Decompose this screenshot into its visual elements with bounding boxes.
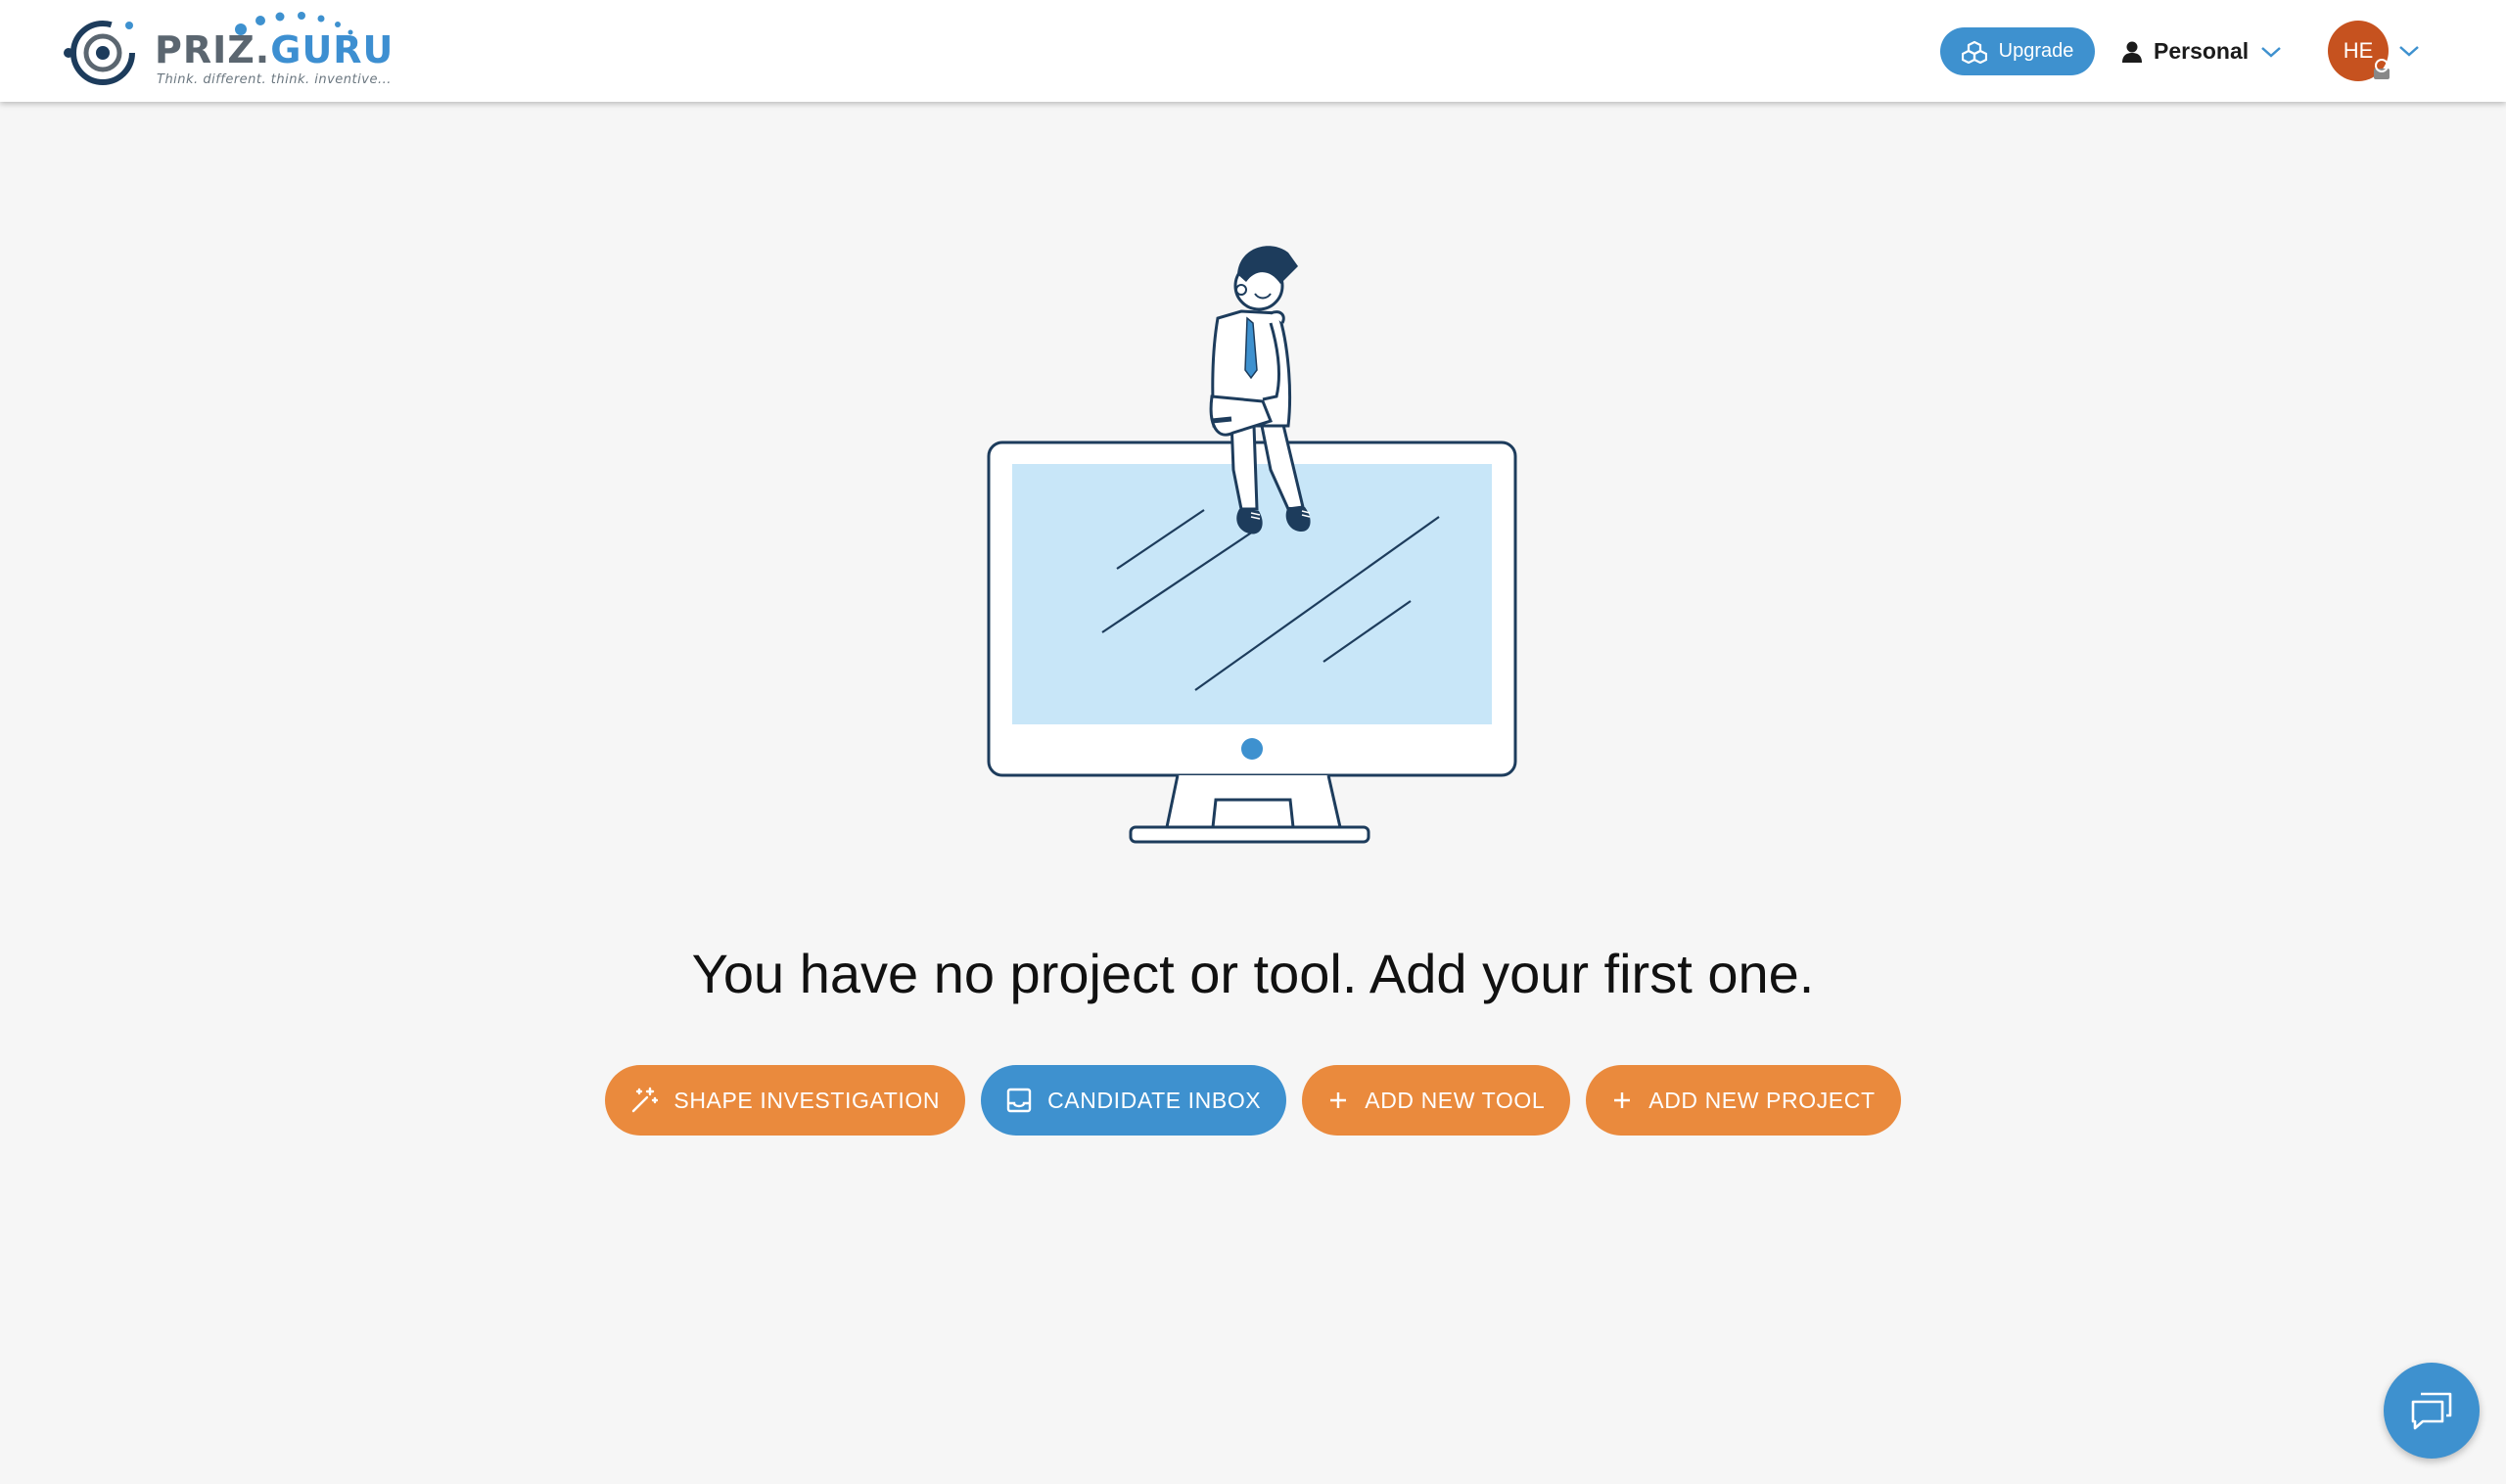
chat-icon — [2411, 1392, 2452, 1430]
empty-state-headline: You have no project or tool. Add your fi… — [691, 943, 1815, 1004]
shape-investigation-label: SHAPE INVESTIGATION — [673, 1087, 941, 1113]
avatar-initials: HE — [2343, 38, 2374, 63]
candidate-inbox-label: CANDIDATE INBOX — [1047, 1087, 1262, 1113]
chat-button[interactable] — [2384, 1363, 2480, 1459]
add-new-project-label: ADD NEW PROJECT — [1648, 1087, 1876, 1113]
upgrade-button[interactable]: Upgrade — [1940, 27, 2095, 75]
plus-icon — [1614, 1092, 1631, 1108]
workspace-label: Personal — [2154, 38, 2250, 64]
top-bar: PRIZ.GURU Think. different. think. inven… — [0, 0, 2506, 102]
add-new-project-button[interactable]: ADD NEW PROJECT — [1586, 1065, 1901, 1136]
award-badge-icon — [2374, 59, 2390, 79]
add-new-tool-button[interactable]: ADD NEW TOOL — [1302, 1065, 1571, 1136]
upgrade-label: Upgrade — [1998, 40, 2074, 62]
priz-guru-logo[interactable]: PRIZ.GURU Think. different. think. inven… — [61, 10, 413, 94]
avatar[interactable]: HE — [2328, 21, 2390, 81]
logo-tagline: Think. different. think. inventive... — [157, 72, 392, 87]
magic-wand-icon — [632, 1087, 659, 1113]
upgrade-cubes-icon — [1961, 40, 1987, 64]
candidate-inbox-button[interactable]: CANDIDATE INBOX — [981, 1065, 1287, 1136]
chevron-down-icon — [2399, 46, 2419, 57]
add-new-tool-label: ADD NEW TOOL — [1365, 1087, 1546, 1113]
inbox-icon — [1006, 1088, 1032, 1113]
empty-state-illustration — [987, 246, 1517, 844]
action-buttons: SHAPE INVESTIGATION CANDIDATE INBOX ADD … — [0, 1065, 2506, 1136]
plus-icon — [1330, 1092, 1347, 1108]
logo-wordmark: PRIZ.GURU — [155, 28, 394, 71]
user-icon — [2122, 41, 2142, 63]
chevron-down-icon — [2261, 46, 2281, 58]
logo-target-icon — [64, 21, 135, 85]
user-menu[interactable]: HE — [2328, 21, 2420, 81]
shape-investigation-button[interactable]: SHAPE INVESTIGATION — [605, 1065, 966, 1136]
workspace-selector[interactable]: Personal — [2122, 27, 2282, 75]
